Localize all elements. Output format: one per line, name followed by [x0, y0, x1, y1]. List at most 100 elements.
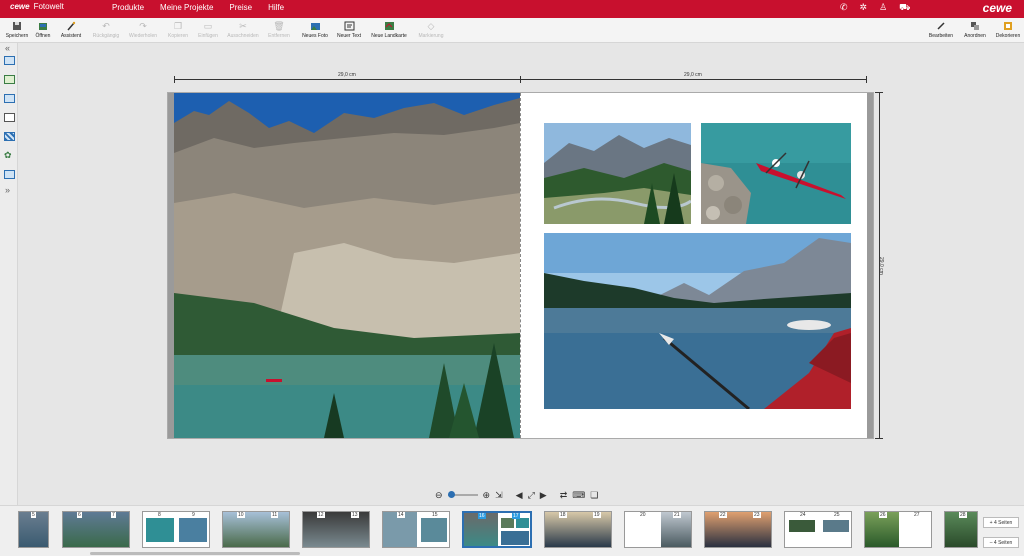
- spread-thumbnail[interactable]: 14 15: [382, 511, 450, 548]
- layers-icon[interactable]: ❏: [590, 490, 598, 501]
- paste-icon: ▭: [203, 20, 213, 31]
- new-photo-icon: [309, 21, 321, 31]
- menu-meine-projekte[interactable]: Meine Projekte: [160, 3, 213, 12]
- decorate-icon: [1002, 21, 1014, 31]
- new-map-label: Neue Landkarte: [371, 33, 407, 39]
- settings-icon[interactable]: ✲: [860, 2, 868, 14]
- zoom-knob[interactable]: [447, 491, 455, 498]
- wand-icon: [65, 21, 77, 31]
- new-photo-button[interactable]: Neues Foto: [296, 21, 334, 39]
- expand-icon[interactable]: »: [5, 185, 10, 195]
- zoom-out-icon[interactable]: ⊖: [435, 490, 443, 501]
- spread-thumbnail[interactable]: 26 27: [864, 511, 932, 548]
- fit-width-icon[interactable]: ⇲: [495, 490, 503, 501]
- page-number: 16: [478, 513, 486, 519]
- open-label: Öffnen: [35, 33, 51, 39]
- page-number: 28: [959, 512, 967, 518]
- spread-thumbnail[interactable]: 6 7: [62, 511, 130, 548]
- previous-page-icon[interactable]: ◀: [516, 490, 523, 501]
- page-number: 26: [879, 512, 887, 518]
- spread-thumbnail[interactable]: 28: [944, 511, 978, 548]
- left-tool-sidebar: « ✿ »: [0, 43, 18, 505]
- spread-thumbnail[interactable]: 20 21: [624, 511, 692, 548]
- left-page-photo[interactable]: [174, 93, 520, 438]
- cart-icon[interactable]: ⛟: [899, 2, 910, 14]
- pattern-tool[interactable]: [4, 132, 15, 141]
- page-number: 17: [512, 513, 520, 519]
- toolbar: Speichern Öffnen Assistent ↶ Rückgängig …: [0, 18, 1024, 43]
- page-tool[interactable]: [4, 113, 15, 122]
- spread-thumbnail[interactable]: 18 19: [544, 511, 612, 548]
- remove-pages-button[interactable]: – 4 Seiten: [983, 537, 1019, 548]
- page-number: 23: [753, 512, 761, 518]
- ruler-tick: [866, 76, 867, 83]
- page-number: 18: [559, 512, 567, 518]
- page-filmstrip: 5 6 7 8 9 10 11 12 13 14 15 16 17 18 19: [0, 505, 1024, 556]
- new-map-button[interactable]: Neue Landkarte: [370, 21, 408, 39]
- swap-pages-icon[interactable]: ⇄: [560, 490, 568, 501]
- open-icon: [37, 21, 49, 31]
- spread-thumbnail[interactable]: 10 11: [222, 511, 290, 548]
- spread-thumbnail[interactable]: 8 9: [142, 511, 210, 548]
- top-icons: ✆ ✲ ♙ ⛟: [840, 2, 911, 14]
- spread-thumbnail[interactable]: 22 23: [704, 511, 772, 548]
- page-number: 19: [593, 512, 601, 518]
- marker-icon: ◇: [427, 20, 435, 31]
- cut-button[interactable]: ✂ Ausschneiden: [224, 21, 262, 40]
- save-icon: [11, 21, 23, 31]
- fullscreen-icon[interactable]: ⤢: [528, 490, 535, 501]
- brand-mark[interactable]: cewe Fotowelt: [10, 2, 64, 11]
- add-pages-button[interactable]: + 4 Seiten: [983, 517, 1019, 528]
- spread-thumbnail[interactable]: 5: [18, 511, 49, 548]
- background-tool[interactable]: [4, 94, 15, 103]
- edit-label: Bearbeiten: [928, 33, 954, 39]
- edit-button[interactable]: Bearbeiten: [922, 21, 960, 39]
- undo-button[interactable]: ↶ Rückgängig: [87, 20, 125, 40]
- right-photo-mountain-meadow[interactable]: [544, 123, 691, 224]
- right-photo-lake-kayak-pov[interactable]: [544, 233, 851, 409]
- undo-label: Rückgängig: [92, 33, 120, 39]
- redo-button[interactable]: ↷ Wiederholen: [124, 20, 162, 40]
- spread-thumbnail[interactable]: 12 13: [302, 511, 370, 548]
- photo-tool[interactable]: [4, 75, 15, 84]
- right-photo-kayak-shore[interactable]: [701, 123, 851, 224]
- copy-label: Kopieren: [167, 33, 188, 39]
- decorate-button[interactable]: Dekorieren: [989, 21, 1024, 39]
- marker-button[interactable]: ◇ Markierung: [412, 20, 450, 40]
- paste-button[interactable]: ▭ Einfügen: [189, 20, 227, 40]
- clipart-icon[interactable]: ✿: [4, 151, 15, 160]
- view-controls: ⊖ ⊕ ⇲ ◀ ⤢ ▶ ⇄ ⌨ ❏: [435, 488, 598, 502]
- ruler-tick: [875, 438, 883, 439]
- spread-thumbnail-active[interactable]: 16 17: [462, 511, 532, 548]
- delete-button[interactable]: 🗑 Entfernen: [260, 21, 298, 40]
- photobook-spread[interactable]: [167, 92, 874, 439]
- page-number: 20: [639, 512, 647, 518]
- page-number: 25: [833, 512, 841, 518]
- phone-icon[interactable]: ✆: [840, 2, 848, 14]
- new-text-icon: [343, 21, 355, 31]
- page-fold: [520, 93, 521, 438]
- redo-icon: ↷: [139, 20, 147, 31]
- page-number: 6: [77, 512, 82, 518]
- spread-thumbnail[interactable]: 24 25: [784, 511, 852, 548]
- layout-tool[interactable]: [4, 56, 15, 65]
- zoom-in-icon[interactable]: ⊕: [483, 490, 491, 501]
- redo-label: Wiederholen: [128, 33, 158, 39]
- filmstrip-scrollbar[interactable]: [90, 552, 300, 555]
- collapse-icon[interactable]: «: [5, 43, 10, 53]
- page-number: 7: [111, 512, 116, 518]
- keyboard-icon[interactable]: ⌨: [572, 490, 585, 501]
- frame-tool[interactable]: [4, 170, 15, 179]
- ruler-tick: [520, 76, 521, 83]
- page-number: 27: [913, 512, 921, 518]
- user-icon[interactable]: ♙: [879, 2, 887, 14]
- next-page-icon[interactable]: ▶: [540, 490, 547, 501]
- menu-hilfe[interactable]: Hilfe: [268, 3, 284, 12]
- undo-icon: ↶: [102, 20, 110, 31]
- menu-preise[interactable]: Preise: [229, 3, 252, 12]
- menu-produkte[interactable]: Produkte: [112, 3, 144, 12]
- assistant-button[interactable]: Assistent: [52, 21, 90, 39]
- page-number: 10: [237, 512, 245, 518]
- new-text-button[interactable]: Neuer Text: [330, 21, 368, 39]
- zoom-slider[interactable]: [447, 491, 478, 498]
